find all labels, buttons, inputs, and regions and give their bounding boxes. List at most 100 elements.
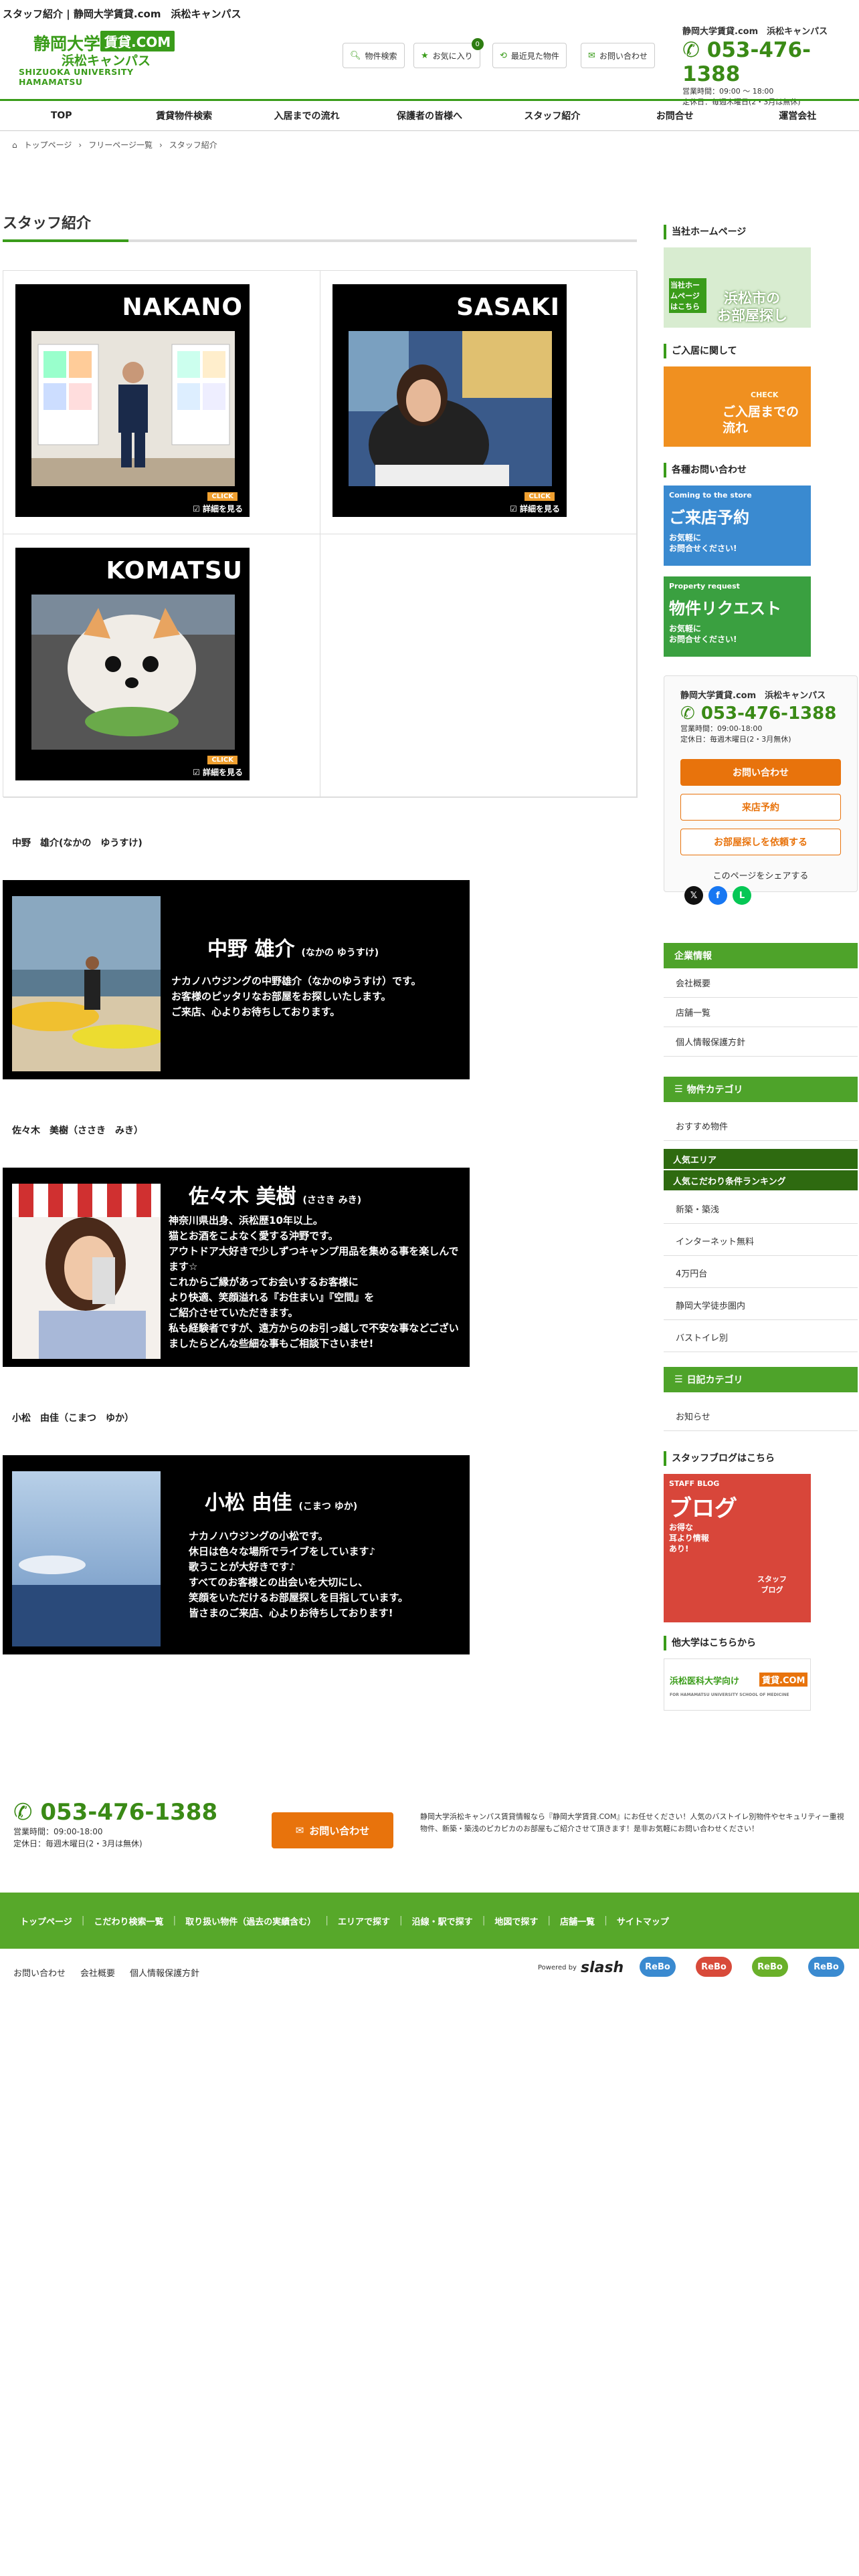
footer-nav-line[interactable]: 沿線・駅で探す (412, 1915, 473, 1927)
room-search-request-button[interactable]: お部屋探しを依頼する (680, 829, 841, 855)
site-logo[interactable]: 静岡大学 賃貸.COM 浜松キャンパス SHIZUOKA UNIVERSITY … (15, 29, 189, 87)
sidebar-link-recommended[interactable]: おすすめ物件 (664, 1111, 858, 1141)
footer-nav-map[interactable]: 地図で探す (494, 1915, 538, 1927)
staff-photo (12, 896, 161, 1071)
ranking-bar: 人気こだわり条件ランキング (664, 1170, 858, 1190)
facebook-share-icon[interactable]: f (708, 886, 727, 905)
footer-nav-area[interactable]: エリアで探す (338, 1915, 390, 1927)
footer-hours: 営業時間：09:00-18:00 (13, 1827, 103, 1836)
staff-banner-komatsu: 小松 由佳 (こまつ ゆか) ナカノハウジングの小松です。 休日は色々な場所でライ… (3, 1455, 470, 1654)
click-label: CLICK (524, 492, 555, 501)
header-store-name: 静岡大学賃貸.com 浜松キャンパス (682, 27, 828, 37)
staff-photo (349, 331, 552, 486)
staff-card-komatsu[interactable]: KOMATSU CLICK ☑ 詳細を見る (15, 548, 250, 780)
nav-contact[interactable]: お問合せ (613, 101, 736, 130)
staff-name: 小松 由佳 (こまつ ゆか) (205, 1486, 357, 1515)
search-button[interactable]: 🔍︎ 物件検索 (343, 43, 405, 68)
breadcrumb-free-pages[interactable]: フリーページ一覧 (88, 139, 153, 150)
sidebar-heading-homepage: 当社ホームページ (664, 225, 746, 239)
staff-banner-nakano: 中野 雄介 (なかの ゆうすけ) ナカノハウジングの中野雄介（なかのゆうすけ）です… (3, 880, 470, 1079)
footer-description: 静岡大学浜松キャンパス賃貸情報なら『静岡大学賃貸.COM』にお任せください！人気… (420, 1812, 844, 1833)
detail-link[interactable]: ☑ 詳細を見る (193, 766, 243, 778)
mail-icon: ✉ (588, 50, 595, 61)
rebo-logo[interactable]: ReBo (752, 1957, 788, 1977)
breadcrumb-home[interactable]: トップページ (24, 139, 72, 150)
bar-label: 日記カテゴリ (686, 1375, 743, 1386)
footer-nav-sitemap[interactable]: サイトマップ (617, 1915, 669, 1927)
footer-nav-top[interactable]: トップページ (20, 1915, 72, 1927)
contact-button[interactable]: ✉ お問い合わせ (581, 43, 655, 68)
rebo-logo[interactable]: ReBo (696, 1957, 732, 1977)
nav-search[interactable]: 賃貸物件検索 (122, 101, 245, 130)
sidebar-link-bath[interactable]: バストイレ別 (664, 1323, 858, 1352)
footer-nav-properties[interactable]: 取り扱い物件（過去の実績含む） (185, 1915, 316, 1927)
footer-nav-stores[interactable]: 店舗一覧 (560, 1915, 595, 1927)
staff-intro: ナカノハウジングの中野雄介（なかのゆうすけ）です。 お客様のピッタリなお部屋をお… (171, 975, 421, 1018)
header-hours: 営業時間：09:00 ～ 18:00 (682, 87, 774, 96)
visit-reservation-button[interactable]: 来店予約 (680, 794, 841, 821)
banner-text: CHECK (751, 391, 779, 399)
footer-nav-search[interactable]: こだわり検索一覧 (94, 1915, 163, 1927)
nav-company[interactable]: 運営会社 (737, 101, 859, 130)
banner-text: ブログ (669, 1495, 737, 1522)
store-name: 静岡大学賃貸.com 浜松キャンパス (680, 691, 826, 701)
banner-text: お気軽に お問合せください! (669, 624, 737, 644)
footer-inquiry-button[interactable]: ✉ お問い合わせ (272, 1812, 393, 1848)
sidebar-link-internet[interactable]: インターネット無料 (664, 1226, 858, 1256)
x-share-icon[interactable]: 𝕏 (684, 886, 703, 905)
detail-link[interactable]: ☑ 詳細を見る (510, 503, 560, 514)
click-label: CLICK (207, 492, 237, 501)
property-request-banner[interactable]: Property request 物件リクエスト お気軽に お問合せください! (664, 576, 811, 657)
phone-icon: ✆ (680, 704, 701, 724)
sidebar-link-walk[interactable]: 静岡大学徒歩圏内 (664, 1291, 858, 1320)
store-hours: 営業時間：09:00-18:00 (680, 724, 763, 733)
footer-phone[interactable]: ✆ 053-476-1388 (13, 1799, 217, 1826)
nav-top[interactable]: TOP (0, 101, 122, 130)
rebo-logo[interactable]: ReBo (808, 1957, 844, 1977)
favorites-button[interactable]: ★ お気に入り 0 (413, 38, 484, 68)
slash-logo[interactable]: slash (581, 1959, 624, 1976)
staff-photo (31, 331, 235, 486)
other-university-banner[interactable]: 浜松医科大学向け 賃貸.COM FOR HAMAMATSU UNIVERSITY… (664, 1658, 811, 1711)
nav-flow[interactable]: 入居までの流れ (246, 101, 368, 130)
detail-link[interactable]: ☑ 詳細を見る (193, 503, 243, 514)
card-name: SASAKI (456, 294, 560, 321)
favorites-count-badge: 0 (471, 38, 484, 50)
recently-viewed-button[interactable]: ⟲ 最近見た物件 (492, 43, 567, 68)
staff-name: 中野 雄介 (なかの ゆうすけ) (207, 932, 379, 962)
line-share-icon[interactable]: L (733, 886, 751, 905)
footer-link-contact[interactable]: お問い合わせ (13, 1966, 66, 1979)
sidebar-heading-move-in: ご入居に関して (664, 344, 737, 358)
property-category-bar: ☰ 物件カテゴリ (664, 1077, 858, 1102)
sidebar-phone[interactable]: ✆ 053-476-1388 (680, 704, 841, 724)
banner-text: FOR HAMAMATSU UNIVERSITY SCHOOL OF MEDIC… (670, 1693, 789, 1697)
banner-text: お得な 耳より情報 あり! (669, 1523, 709, 1553)
footer-link-company[interactable]: 会社概要 (80, 1966, 115, 1979)
nav-parents[interactable]: 保護者の皆様へ (368, 101, 490, 130)
move-in-flow-banner[interactable]: CHECK ご入居までの流れ (664, 366, 811, 447)
sidebar-link-new[interactable]: 新築・築浅 (664, 1194, 858, 1224)
staff-card-sasaki[interactable]: SASAKI CLICK ☑ 詳細を見る (332, 284, 567, 517)
visit-reservation-banner[interactable]: Coming to the store ご来店予約 お気軽に お問合せください! (664, 486, 811, 566)
sidebar-link-stores[interactable]: 店舗一覧 (664, 998, 858, 1027)
footer-contact: ✆ 053-476-1388 営業時間：09:00-18:00 定休日：毎週木曜… (13, 1799, 217, 1850)
contact-label: お問い合わせ (599, 51, 648, 61)
logo-campus: 浜松キャンパス (62, 53, 151, 68)
staff-blog-banner[interactable]: STAFF BLOG ブログ お得な 耳より情報 あり! スタッフ ブログ (664, 1474, 811, 1622)
footer-phone-number: 053-476-1388 (40, 1799, 218, 1826)
rebo-logo[interactable]: ReBo (640, 1957, 676, 1977)
footer-link-privacy[interactable]: 個人情報保護方針 (130, 1966, 199, 1979)
empty-cell (320, 534, 638, 798)
sidebar-link-company[interactable]: 会社概要 (664, 968, 858, 998)
staff-card-nakano[interactable]: NAKANO CLICK ☑ 詳細を見る (15, 284, 250, 517)
nav-staff[interactable]: スタッフ紹介 (491, 101, 613, 130)
header-phone[interactable]: ✆ 053-476-1388 (682, 38, 859, 86)
inquiry-button[interactable]: お問い合わせ (680, 759, 841, 786)
homepage-banner[interactable]: 当社ホームページはこちら 浜松市の お部屋探し (664, 247, 811, 328)
sidebar-link-news[interactable]: お知らせ (664, 1402, 858, 1431)
breadcrumb-current: スタッフ紹介 (169, 140, 217, 150)
sidebar-link-40k[interactable]: 4万円台 (664, 1259, 858, 1288)
sidebar-heading-blog: スタッフブログはこちら (664, 1451, 775, 1466)
banner-text: Property request (669, 582, 740, 591)
sidebar-link-privacy[interactable]: 個人情報保護方針 (664, 1027, 858, 1057)
